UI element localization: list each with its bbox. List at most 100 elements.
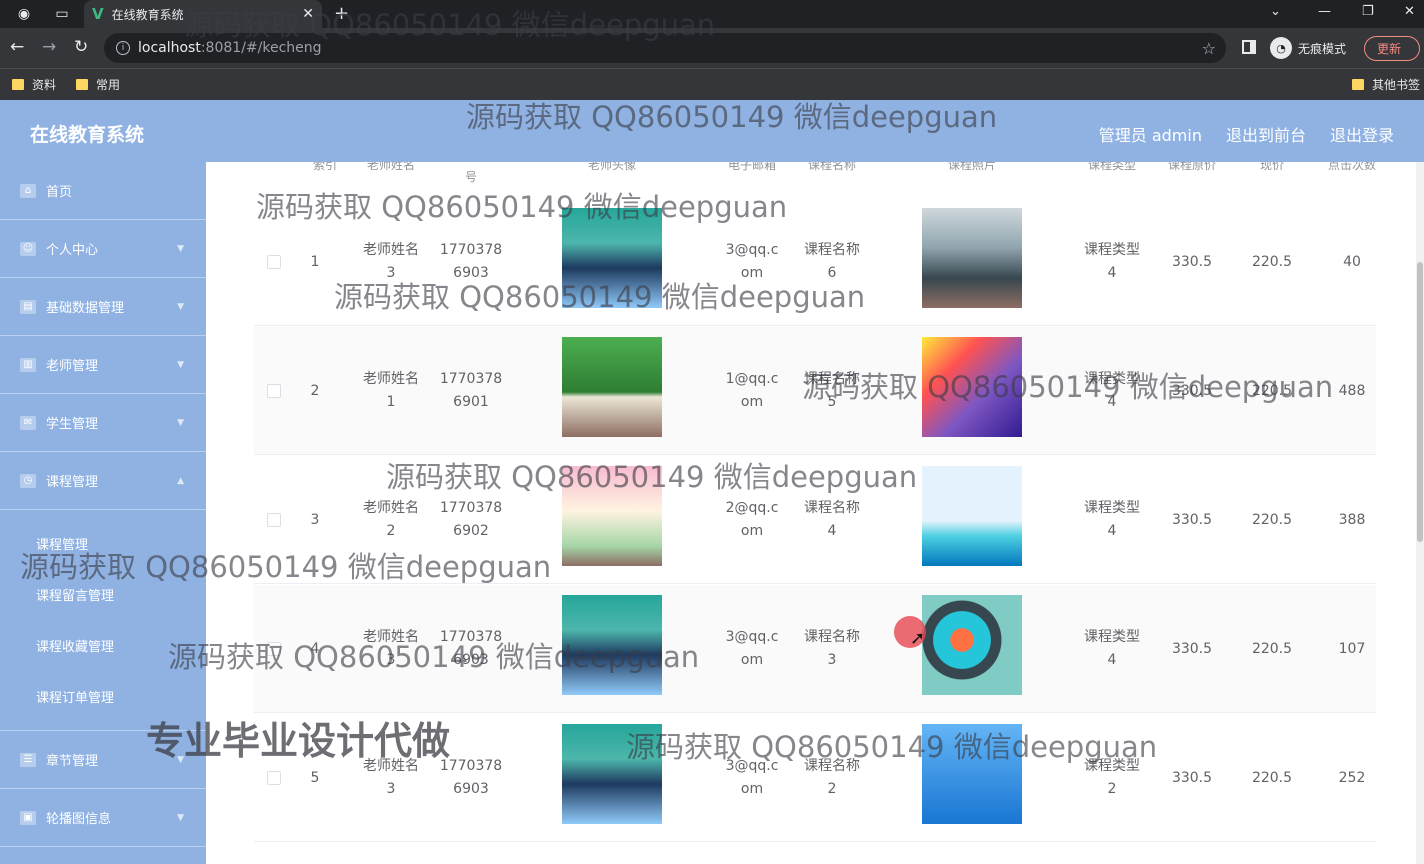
window-close-icon[interactable]: ✕	[1404, 4, 1415, 19]
mouse-cursor-icon: ➚	[910, 628, 926, 649]
back-to-frontend-link[interactable]: 退出到前台	[1226, 122, 1306, 146]
column-header: 索引	[312, 162, 338, 172]
sidebar-item-home[interactable]: ⌂ 首页	[0, 162, 206, 220]
bookmark-star-icon[interactable]: ☆	[1202, 39, 1216, 58]
tab-list-chevron-icon[interactable]: ⌄	[1270, 4, 1281, 19]
email-cell: 2@qq.c om	[725, 500, 779, 539]
table-row[interactable]: 1 老师姓名 3 1770378 6903 3@qq.c om 课程名称 6 课程类型 4 330.5…	[254, 198, 1376, 326]
bookmark-folder[interactable]: 常用	[76, 76, 120, 93]
column-header: 点击次数	[1327, 162, 1377, 172]
row-checkbox[interactable]	[267, 255, 281, 269]
teacher-avatar[interactable]	[562, 595, 662, 695]
chart-icon: ▥	[20, 357, 36, 372]
update-button[interactable]: 更新	[1364, 36, 1420, 61]
table-row[interactable]: 2 老师姓名 1 1770378 6901 1@qq.c om 课程名称 5 课程类型 4 330.5…	[254, 327, 1376, 455]
original-price-cell: 330.5	[1171, 382, 1213, 399]
row-checkbox[interactable]	[267, 642, 281, 656]
vue-favicon-icon: V	[92, 5, 104, 23]
course-name-cell: 课程名称 2	[804, 758, 860, 797]
chevron-down-icon: ▼	[177, 417, 184, 428]
sidebar-item-label: 老师管理	[46, 359, 99, 374]
incognito-icon: ◔	[1270, 37, 1292, 59]
course-photo[interactable]	[922, 208, 1022, 308]
submenu-item-course-comments[interactable]: 课程留言管理	[0, 569, 206, 620]
new-tab-icon[interactable]: +	[334, 3, 349, 24]
teacher-avatar[interactable]	[562, 724, 662, 824]
row-checkbox[interactable]	[267, 771, 281, 785]
column-header: 号	[464, 170, 478, 184]
tab-close-icon[interactable]: ✕	[302, 6, 314, 22]
course-photo[interactable]	[922, 337, 1022, 437]
teacher-avatar[interactable]	[562, 337, 662, 437]
current-price-cell: 220.5	[1251, 511, 1293, 528]
table-header: 索引 老师姓名 号 老师头像 电子邮箱 课程名称 课程照片 课程类型 课程原价 …	[254, 162, 1377, 184]
side-panel-icon[interactable]	[1242, 40, 1256, 54]
column-header: 老师姓名	[366, 162, 416, 172]
column-header: 电子邮箱	[727, 162, 777, 172]
course-photo[interactable]	[922, 595, 1022, 695]
site-info-icon[interactable]: i	[116, 41, 130, 55]
tab-title: 在线教育系统	[111, 7, 184, 22]
submenu-item-course-favorites[interactable]: 课程收藏管理	[0, 620, 206, 671]
bookmark-folder[interactable]: 资料	[12, 76, 56, 93]
sidebar-item-label: 章节管理	[46, 754, 99, 769]
course-name-cell: 课程名称 4	[804, 500, 860, 539]
back-icon[interactable]: ←	[10, 37, 24, 57]
teacher-avatar[interactable]	[562, 208, 662, 308]
promo-watermark: 专业毕业设计代做	[146, 719, 451, 763]
table-row[interactable]: 3 老师姓名 2 1770378 6902 2@qq.c om 课程名称 4 课程类型 4 330.5…	[254, 456, 1376, 584]
tab-search-icon[interactable]: ▭	[52, 4, 72, 24]
scrollbar-thumb[interactable]	[1417, 262, 1423, 542]
restore-icon[interactable]: ❐	[1362, 4, 1374, 19]
submenu-item-course[interactable]: 课程管理	[0, 518, 206, 569]
browser-tab-active[interactable]: V 在线教育系统 ✕	[84, 0, 322, 28]
course-photo[interactable]	[922, 724, 1022, 824]
teacher-name-cell: 老师姓名 1	[363, 371, 419, 410]
update-label: 更新	[1377, 42, 1402, 56]
email-cell: 3@qq.c om	[725, 629, 779, 668]
click-count-cell: 40	[1343, 253, 1361, 270]
sidebar-item-teachers[interactable]: ▥ 老师管理 ▼	[0, 336, 206, 394]
scrollbar[interactable]	[1416, 162, 1424, 864]
current-price-cell: 220.5	[1251, 253, 1293, 270]
teacher-name-cell: 老师姓名 3	[363, 242, 419, 281]
chevron-down-icon: ▼	[177, 359, 184, 370]
other-bookmarks[interactable]: 其他书签	[1352, 76, 1420, 93]
row-checkbox[interactable]	[267, 513, 281, 527]
click-count-cell: 252	[1338, 769, 1366, 786]
phone-cell: 1770378 6903	[439, 629, 503, 668]
sidebar-item-carousel[interactable]: ▣ 轮播图信息 ▼	[0, 789, 206, 847]
list-icon: ☰	[20, 752, 36, 767]
click-count-cell: 488	[1338, 382, 1366, 399]
course-type-cell: 课程类型 4	[1084, 242, 1140, 281]
column-header: 课程照片	[947, 162, 997, 172]
folder-icon	[12, 79, 24, 90]
course-photo[interactable]	[922, 466, 1022, 566]
reload-icon[interactable]: ↻	[74, 37, 88, 57]
table-row[interactable]: 4 老师姓名 3 1770378 6903 3@qq.c om 课程名称 3 课程类型 4 330.5…	[254, 585, 1376, 713]
row-checkbox[interactable]	[267, 384, 281, 398]
admin-user-label[interactable]: 管理员 admin	[1099, 122, 1202, 146]
forward-icon[interactable]: →	[42, 37, 56, 57]
incognito-indicator[interactable]: ◔ 无痕模式	[1270, 37, 1346, 59]
logout-link[interactable]: 退出登录	[1330, 122, 1394, 146]
course-name-cell: 课程名称 5	[804, 371, 860, 410]
current-price-cell: 220.5	[1251, 640, 1293, 657]
sidebar-item-courses[interactable]: ◷ 课程管理 ▲	[0, 452, 206, 510]
sidebar-item-profile[interactable]: ☺ 个人中心 ▼	[0, 220, 206, 278]
address-bar[interactable]: i localhost:8081/#/kecheng ☆	[104, 33, 1226, 63]
click-count-cell: 107	[1338, 640, 1366, 657]
course-type-cell: 课程类型 4	[1084, 629, 1140, 668]
teacher-avatar[interactable]	[562, 466, 662, 566]
minimize-icon[interactable]: —	[1318, 4, 1331, 19]
sidebar-item-label: 首页	[46, 185, 73, 200]
sidebar-item-basic-data[interactable]: ▤ 基础数据管理 ▼	[0, 278, 206, 336]
column-header: 课程原价	[1167, 162, 1217, 172]
email-cell: 1@qq.c om	[725, 371, 779, 410]
teacher-name-cell: 老师姓名 2	[363, 500, 419, 539]
browser-profile-icon[interactable]: ◉	[14, 4, 34, 24]
sidebar-item-label: 轮播图信息	[46, 812, 112, 827]
browser-toolbar: ← → ↻ i localhost:8081/#/kecheng ☆ ◔ 无痕模…	[0, 28, 1424, 68]
index-cell: 3	[310, 511, 320, 528]
sidebar-item-students[interactable]: ✉ 学生管理 ▼	[0, 394, 206, 452]
